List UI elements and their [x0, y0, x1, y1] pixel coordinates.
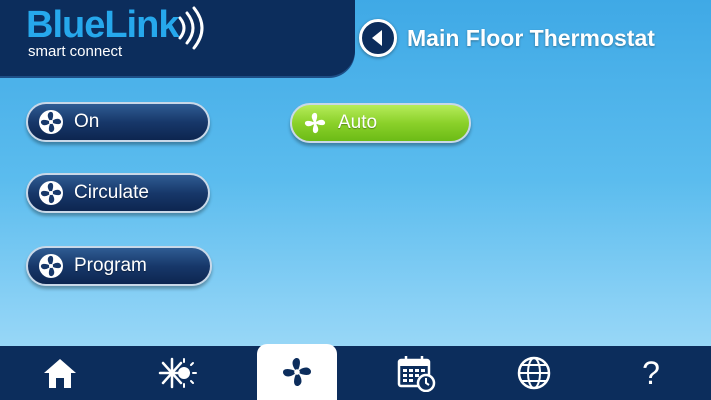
nav-heat-cool[interactable]	[138, 346, 218, 400]
fan-icon	[39, 110, 63, 134]
nav-help[interactable]: ?	[611, 346, 691, 400]
wireless-signal-icon	[178, 6, 204, 50]
brand-tagline: smart connect	[28, 43, 123, 60]
brand-logo-text: BlueLink	[26, 4, 179, 46]
fan-mode-auto-button[interactable]: Auto	[290, 103, 471, 143]
fan-icon	[283, 358, 311, 386]
fan-mode-label: Circulate	[74, 182, 149, 203]
nav-fan[interactable]	[257, 344, 337, 400]
nav-home[interactable]	[20, 346, 100, 400]
fan-mode-label: Auto	[338, 112, 378, 133]
fan-mode-circulate-button[interactable]: Circulate	[26, 173, 210, 213]
heat-cool-icon	[158, 357, 197, 389]
fan-mode-label: Program	[74, 255, 147, 276]
globe-icon	[517, 356, 551, 390]
title-bar: Main Floor Thermostat	[355, 0, 711, 76]
logo-panel: BlueLink smart connect	[0, 0, 355, 76]
fan-icon	[39, 254, 63, 278]
fan-icon	[304, 112, 326, 134]
fan-mode-program-button[interactable]: Program	[26, 246, 212, 286]
fan-mode-on-button[interactable]: On	[26, 102, 210, 142]
fan-mode-label: On	[74, 111, 100, 132]
help-icon: ?	[642, 355, 660, 391]
fan-icon	[39, 181, 63, 205]
schedule-icon	[397, 356, 436, 392]
back-button[interactable]	[359, 19, 397, 57]
bottom-nav-bar: ?	[0, 344, 711, 400]
back-arrow-icon	[372, 30, 382, 46]
page-title: Main Floor Thermostat	[407, 24, 655, 51]
nav-schedule[interactable]	[376, 346, 456, 400]
home-icon	[44, 359, 76, 388]
nav-globe[interactable]	[494, 346, 574, 400]
